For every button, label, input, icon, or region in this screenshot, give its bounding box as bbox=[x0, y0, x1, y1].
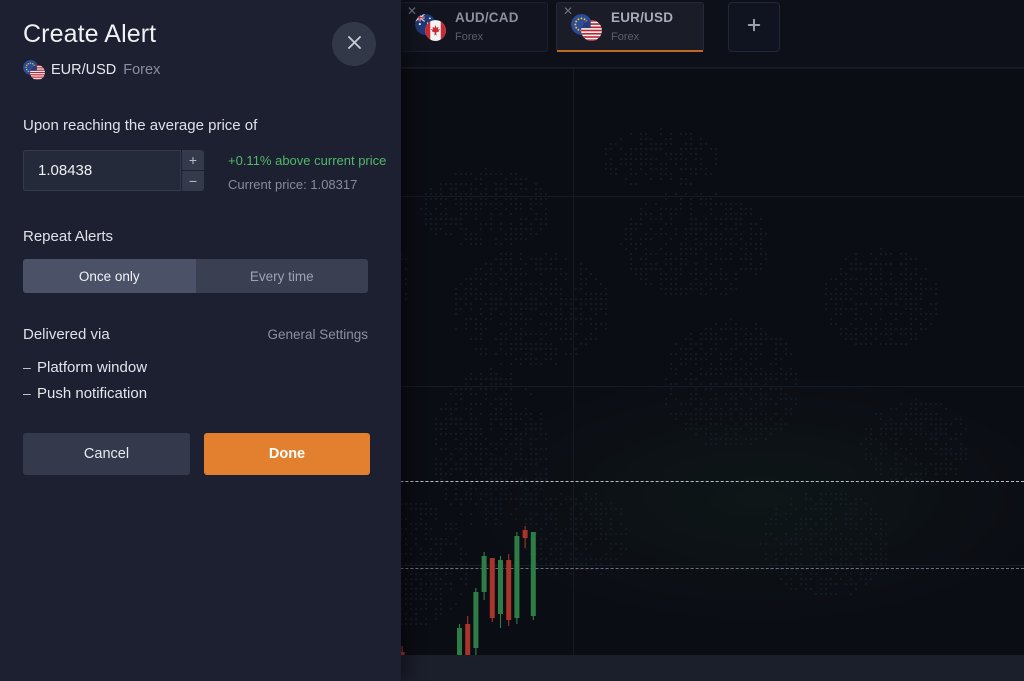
instrument-label: EUR/USD Forex bbox=[23, 59, 160, 81]
price-input-wrapper[interactable] bbox=[23, 150, 181, 191]
price-steppers: + − bbox=[182, 150, 204, 191]
delivery-label: Push notification bbox=[37, 384, 148, 402]
price-section-label: Upon reaching the average price of bbox=[23, 117, 258, 134]
tab-symbol: AUD/CAD bbox=[455, 9, 519, 25]
add-tab-button[interactable] bbox=[728, 2, 780, 52]
repeat-option-once-only[interactable]: Once only bbox=[23, 259, 196, 293]
tab-flags bbox=[415, 12, 449, 42]
repeat-option-every-time[interactable]: Every time bbox=[196, 259, 369, 293]
price-input[interactable] bbox=[24, 151, 180, 190]
us-flag-icon bbox=[581, 20, 602, 41]
cancel-button[interactable]: Cancel bbox=[23, 433, 190, 475]
price-increment-button[interactable]: + bbox=[182, 150, 204, 170]
trading-platform-window: ✕ AUD/CAD Forex ✕ EUR/USD Forex Create A… bbox=[0, 0, 1024, 681]
delivery-dash-icon: – bbox=[23, 385, 31, 401]
tab-category: Forex bbox=[455, 31, 484, 43]
repeat-segmented-control: Once only Every time bbox=[23, 259, 368, 293]
current-price-text: Current price: 1.08317 bbox=[228, 177, 358, 192]
create-alert-panel: Create Alert EUR/USD Forex Upon reaching… bbox=[0, 0, 401, 681]
tab-symbol: EUR/USD bbox=[611, 9, 674, 25]
delivery-item[interactable]: – Push notification bbox=[23, 380, 147, 406]
delivery-list: – Platform window – Push notification bbox=[23, 354, 147, 406]
delivery-label: Platform window bbox=[37, 358, 148, 376]
instrument-flags bbox=[23, 59, 49, 81]
instrument-tab-aud-cad[interactable]: ✕ AUD/CAD Forex bbox=[400, 2, 548, 52]
us-flag-icon bbox=[30, 65, 45, 80]
price-row: + − +0.11% above current price Current p… bbox=[23, 150, 386, 192]
close-button[interactable] bbox=[332, 22, 376, 66]
delivery-item[interactable]: – Platform window bbox=[23, 354, 147, 380]
price-decrement-button[interactable]: − bbox=[182, 171, 204, 191]
instrument-category: Forex bbox=[123, 62, 161, 78]
panel-actions: Cancel Done bbox=[23, 433, 370, 475]
delivered-section-label: Delivered via bbox=[23, 326, 110, 343]
repeat-section-label: Repeat Alerts bbox=[23, 228, 114, 245]
tab-text: EUR/USD Forex bbox=[611, 9, 673, 46]
general-settings-link[interactable]: General Settings bbox=[267, 327, 368, 342]
page-title: Create Alert bbox=[23, 20, 157, 48]
tab-flags bbox=[571, 12, 605, 42]
close-icon bbox=[345, 33, 364, 55]
plus-icon bbox=[745, 16, 763, 39]
price-info: +0.11% above current price Current price… bbox=[228, 150, 386, 192]
instrument-tabs: ✕ AUD/CAD Forex ✕ EUR/USD Forex bbox=[400, 0, 780, 68]
instrument-symbol: EUR/USD bbox=[51, 62, 117, 78]
instrument-tab-eur-usd[interactable]: ✕ EUR/USD Forex bbox=[556, 2, 704, 52]
done-button[interactable]: Done bbox=[204, 433, 370, 475]
price-percent-text: +0.11% above current price bbox=[228, 153, 387, 168]
delivery-dash-icon: – bbox=[23, 359, 31, 375]
tab-category: Forex bbox=[611, 31, 640, 43]
tab-text: AUD/CAD Forex bbox=[455, 9, 519, 46]
ca-flag-icon bbox=[425, 20, 446, 41]
